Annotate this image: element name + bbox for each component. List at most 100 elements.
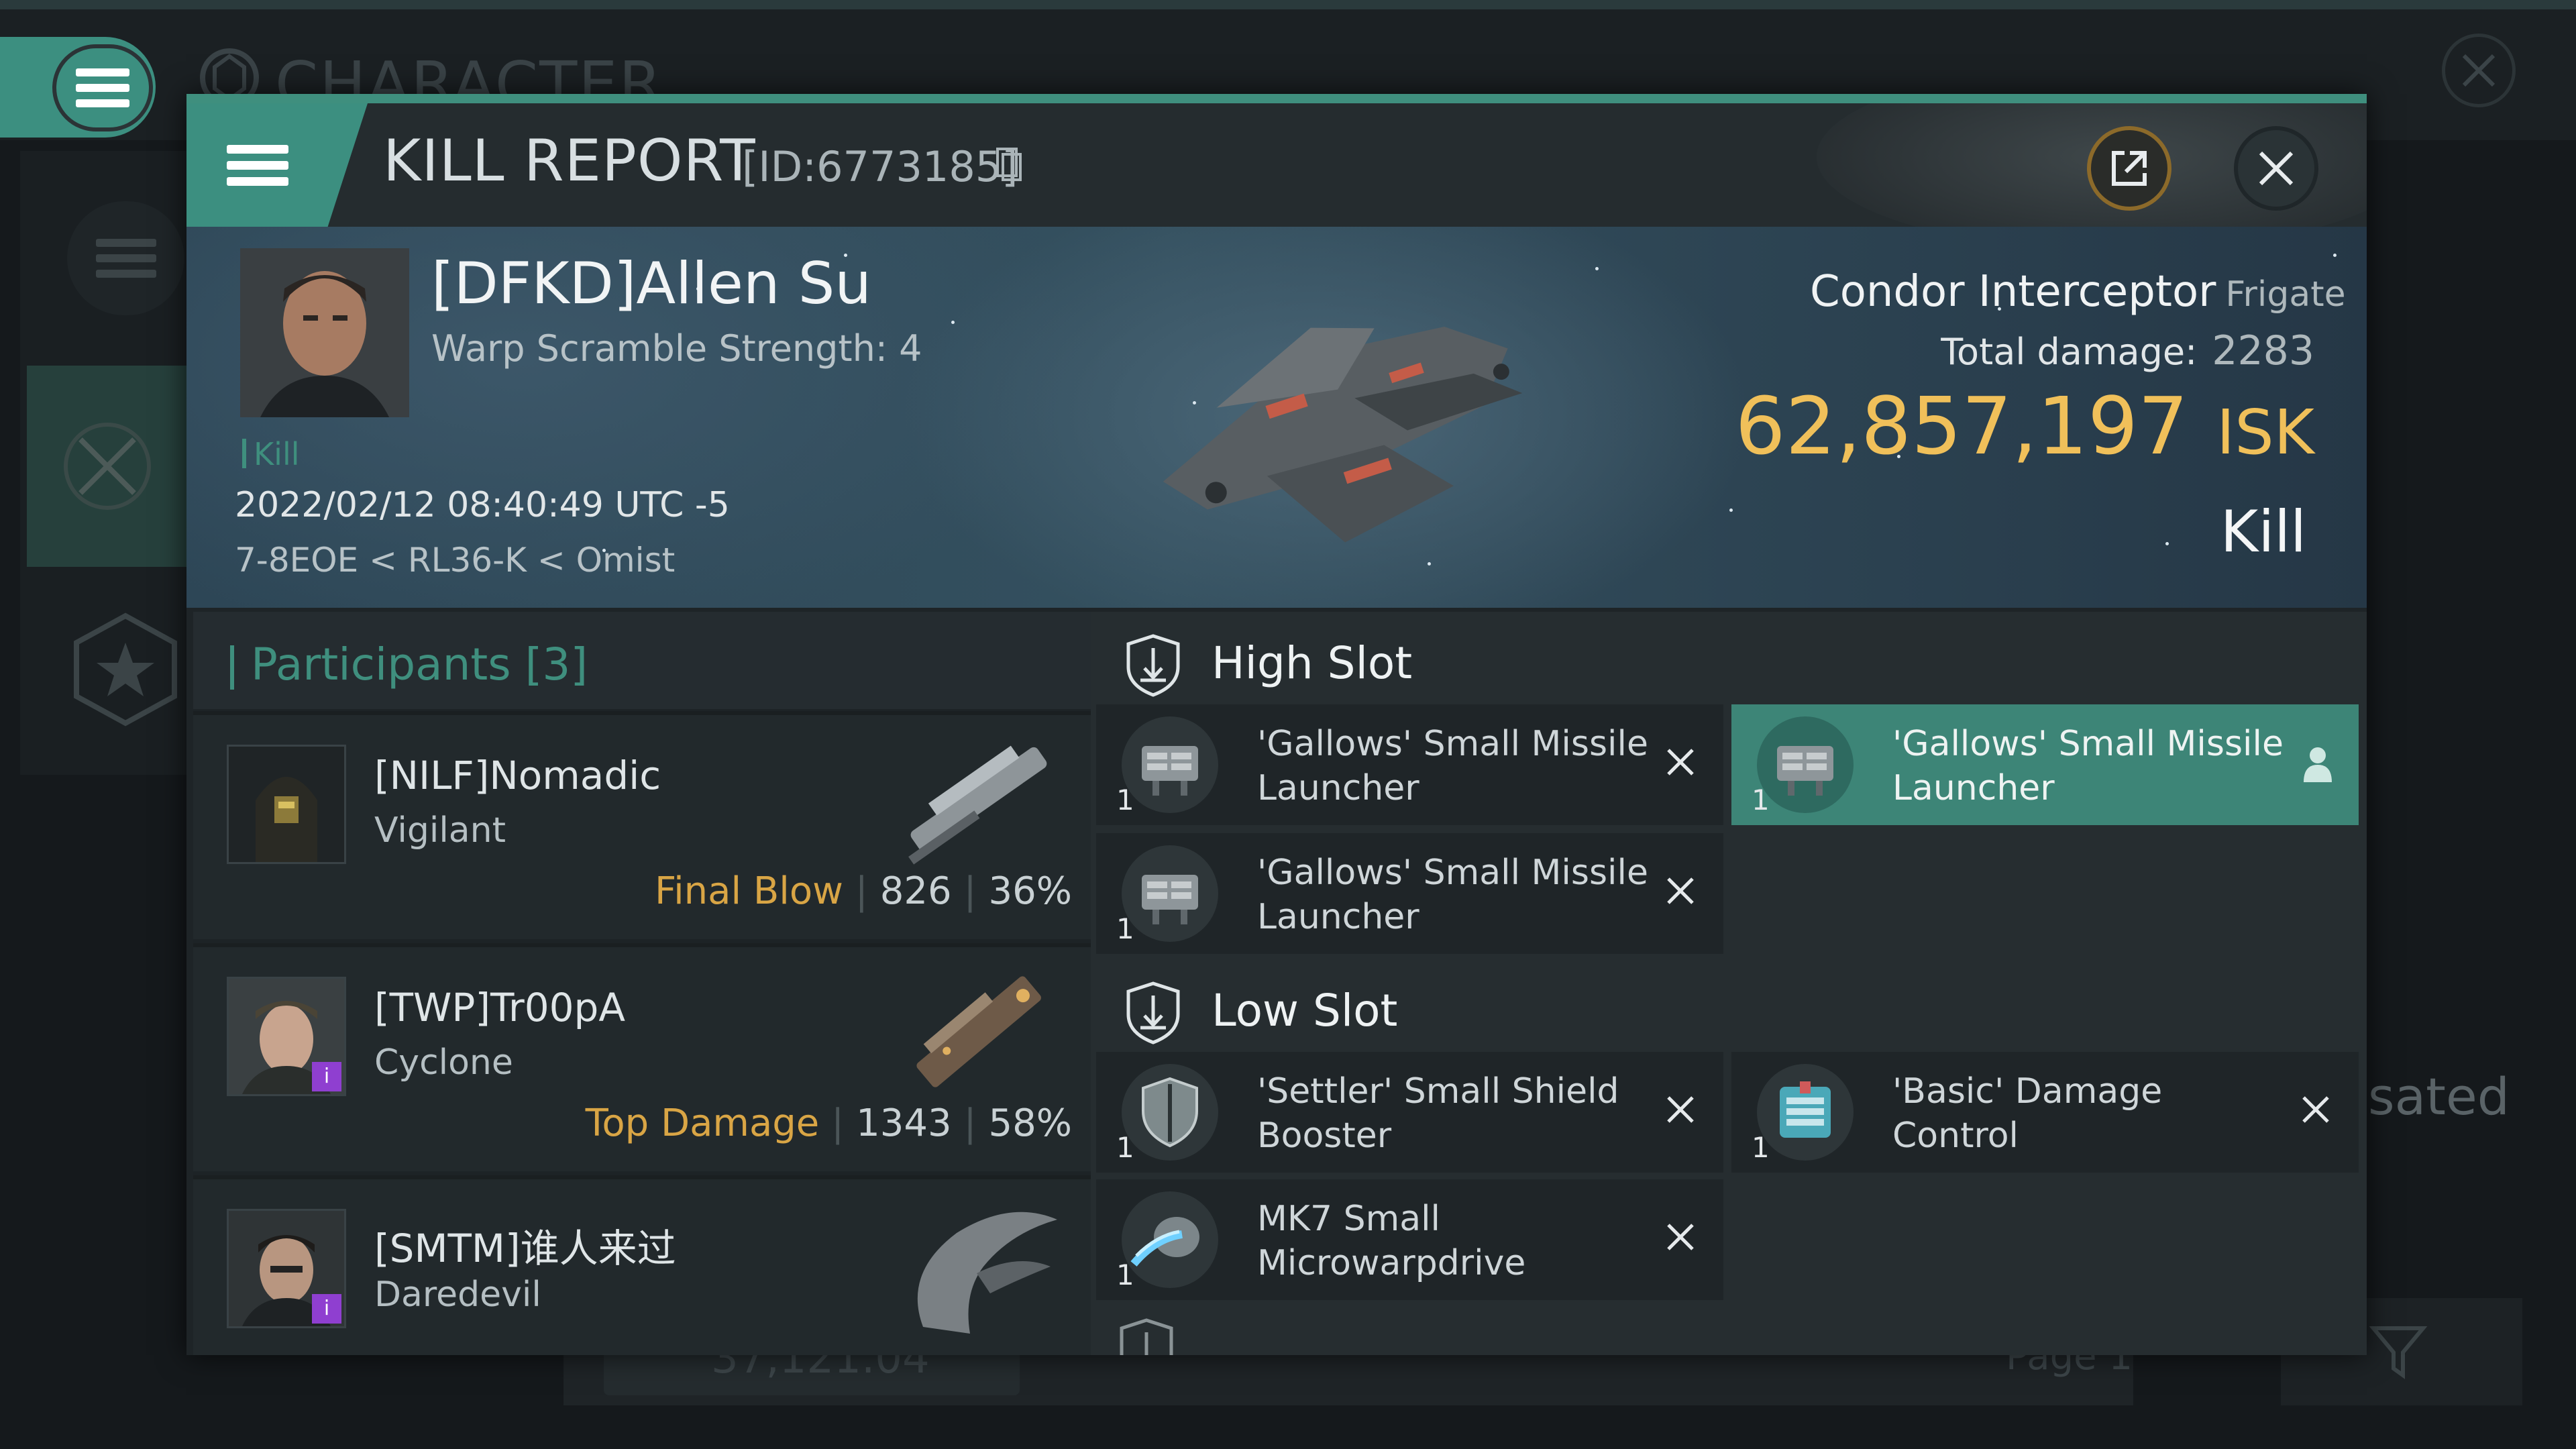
missile-launcher-icon <box>1122 716 1218 813</box>
missile-launcher-icon <box>1122 845 1218 942</box>
participant-ship: Cyclone <box>374 1042 513 1083</box>
report-id: [ID:6773185] <box>742 142 1018 191</box>
share-button[interactable] <box>2087 126 2171 211</box>
participant-portrait: i <box>227 1209 346 1328</box>
list-icon <box>95 239 156 278</box>
participant-ship-image <box>916 976 1041 1087</box>
filter-icon <box>2369 1326 2428 1379</box>
victim-ship-name[interactable]: Condor Interceptor Frigate <box>1810 267 2346 317</box>
kill-location[interactable]: 7-8EOE < RL36-K < Omist <box>235 541 675 580</box>
window-top-accent <box>186 94 2367 103</box>
module-quantity: 1 <box>1116 1258 1134 1291</box>
total-damage-value: 2283 <box>2212 327 2314 374</box>
module-name: 'Settler' Small Shield Booster <box>1257 1071 1619 1156</box>
participant-portrait <box>227 745 346 864</box>
participant-row[interactable]: i [SMTM]谁人来过 Daredevil <box>193 1175 1091 1355</box>
participant-damage: 1343 <box>856 1102 952 1145</box>
destroyed-x-icon <box>1667 749 1694 775</box>
module-quantity: 1 <box>1116 912 1134 945</box>
main-menu-button[interactable] <box>52 44 153 131</box>
module-quantity: 1 <box>1116 784 1134 816</box>
module-slot[interactable]: 1 'Basic' Damage Control <box>1731 1052 2359 1173</box>
module-quantity: 1 <box>1752 1131 1770 1164</box>
shield-booster-icon <box>1122 1064 1218 1161</box>
participant-ship-image <box>908 745 1047 865</box>
low-slot-label: Low Slot <box>1212 985 1398 1036</box>
star-icon[interactable] <box>67 610 184 728</box>
participants-marker <box>230 645 234 690</box>
participant-stats: Final Blow | 826 | 36% <box>654 869 1072 913</box>
module-name: 'Basic' Damage Control <box>1892 1071 2163 1156</box>
participants-panel: Participants [3] [NILF]Nomadic Vigilant <box>193 612 1091 1355</box>
module-name: 'Gallows' Small Missile Launcher <box>1257 724 1648 808</box>
result-label: Kill <box>2220 498 2306 566</box>
destroyed-x-icon <box>1667 1096 1694 1123</box>
participant-badge: i <box>312 1294 341 1324</box>
module-slot[interactable]: 1 'Gallows' Small Missile Launcher <box>1731 704 2359 825</box>
total-damage-label: Total damage: <box>1941 331 2198 373</box>
ship-class-text: Frigate <box>2225 274 2346 315</box>
module-quantity: 1 <box>1752 784 1770 816</box>
total-damage: Total damage: 2283 <box>1796 327 2314 374</box>
background-close-button[interactable] <box>2442 34 2516 107</box>
crossed-swords-icon <box>64 423 151 510</box>
victim-avatar <box>240 248 409 417</box>
module-slot[interactable]: 1 MK7 Small Microwarpdrive <box>1096 1179 1723 1300</box>
low-slot-icon <box>1126 981 1180 1044</box>
background-compensated-text: sated <box>2368 1067 2510 1126</box>
missile-launcher-icon <box>1757 716 1854 813</box>
participant-tag: Top Damage <box>585 1102 820 1145</box>
participant-row[interactable]: [NILF]Nomadic Vigilant Final Blow | 826 | 36… <box>193 711 1091 939</box>
module-slot[interactable]: 1 'Settler' Small Shield Booster <box>1096 1052 1723 1173</box>
participant-ship-image <box>917 1212 1057 1334</box>
sidebar-list-button[interactable] <box>67 201 184 315</box>
high-slot-icon <box>1126 634 1180 697</box>
participant-name: [NILF]Nomadic <box>374 753 661 798</box>
close-button[interactable] <box>2234 126 2318 211</box>
destroyed-x-icon <box>2302 1096 2329 1123</box>
isk-currency: ISK <box>2216 396 2314 468</box>
victim-portrait[interactable] <box>240 248 409 417</box>
participant-name: [SMTM]谁人来过 <box>374 1226 676 1271</box>
close-icon <box>2462 54 2496 87</box>
participant-row[interactable]: i [TWP]Tr00pA Cyclone Top Damage | 1343 | 58… <box>193 943 1091 1171</box>
participant-stats: Top Damage | 1343 | 58% <box>585 1102 1072 1145</box>
copy-icon[interactable] <box>995 146 1023 182</box>
low-slot-header: Low Slot <box>1091 959 2367 1053</box>
module-name: 'Gallows' Small Missile Launcher <box>1257 853 1648 937</box>
participant-percent: 58% <box>988 1102 1072 1145</box>
microwarpdrive-icon <box>1122 1191 1218 1288</box>
module-quantity: 1 <box>1116 1131 1134 1164</box>
victim-name[interactable]: [DFKD]Allen Su <box>431 250 871 317</box>
destroyed-x-icon <box>1667 1224 1694 1250</box>
warp-scramble-strength: Warp Scramble Strength: 4 <box>431 327 922 370</box>
high-slot-header: High Slot <box>1091 612 2367 706</box>
damage-control-icon <box>1757 1064 1854 1161</box>
participant-name: [TWP]Tr00pA <box>374 985 626 1030</box>
module-name: MK7 Small Microwarpdrive <box>1257 1199 1526 1283</box>
victim-ship-image[interactable] <box>1052 254 1602 589</box>
high-slot-label: High Slot <box>1212 637 1413 689</box>
hamburger-icon <box>227 144 288 186</box>
participant-percent: 36% <box>988 869 1072 913</box>
participant-ship: Vigilant <box>374 810 506 851</box>
participant-avatar <box>229 747 344 862</box>
isk-amount: 62,857,197 <box>1735 380 2189 472</box>
next-slot-icon <box>1120 1318 1173 1355</box>
isk-value: 62,857,197 ISK <box>1703 380 2315 472</box>
hamburger-icon <box>76 68 129 107</box>
participants-label: Participants [3] <box>251 639 588 690</box>
participant-ship: Daredevil <box>374 1275 541 1315</box>
fittings-panel: High Slot 1 'Gallows' Small Missile Laun… <box>1091 612 2367 1355</box>
participant-portrait: i <box>227 977 346 1096</box>
ship-name-text: Condor Interceptor <box>1810 267 2216 317</box>
background-top-bar <box>0 0 2576 9</box>
module-slot[interactable]: 1 'Gallows' Small Missile Launcher <box>1096 704 1723 825</box>
sidebar-combat-button[interactable] <box>27 366 188 567</box>
close-icon <box>2259 151 2294 186</box>
window-title: KILL REPORT <box>383 127 756 195</box>
kill-tag: Kill <box>254 436 300 472</box>
module-slot[interactable]: 1 'Gallows' Small Missile Launcher <box>1096 833 1723 954</box>
victim-banner: [DFKD]Allen Su Warp Scramble Strength: 4… <box>186 227 2367 608</box>
dropped-person-icon <box>2304 747 2332 782</box>
